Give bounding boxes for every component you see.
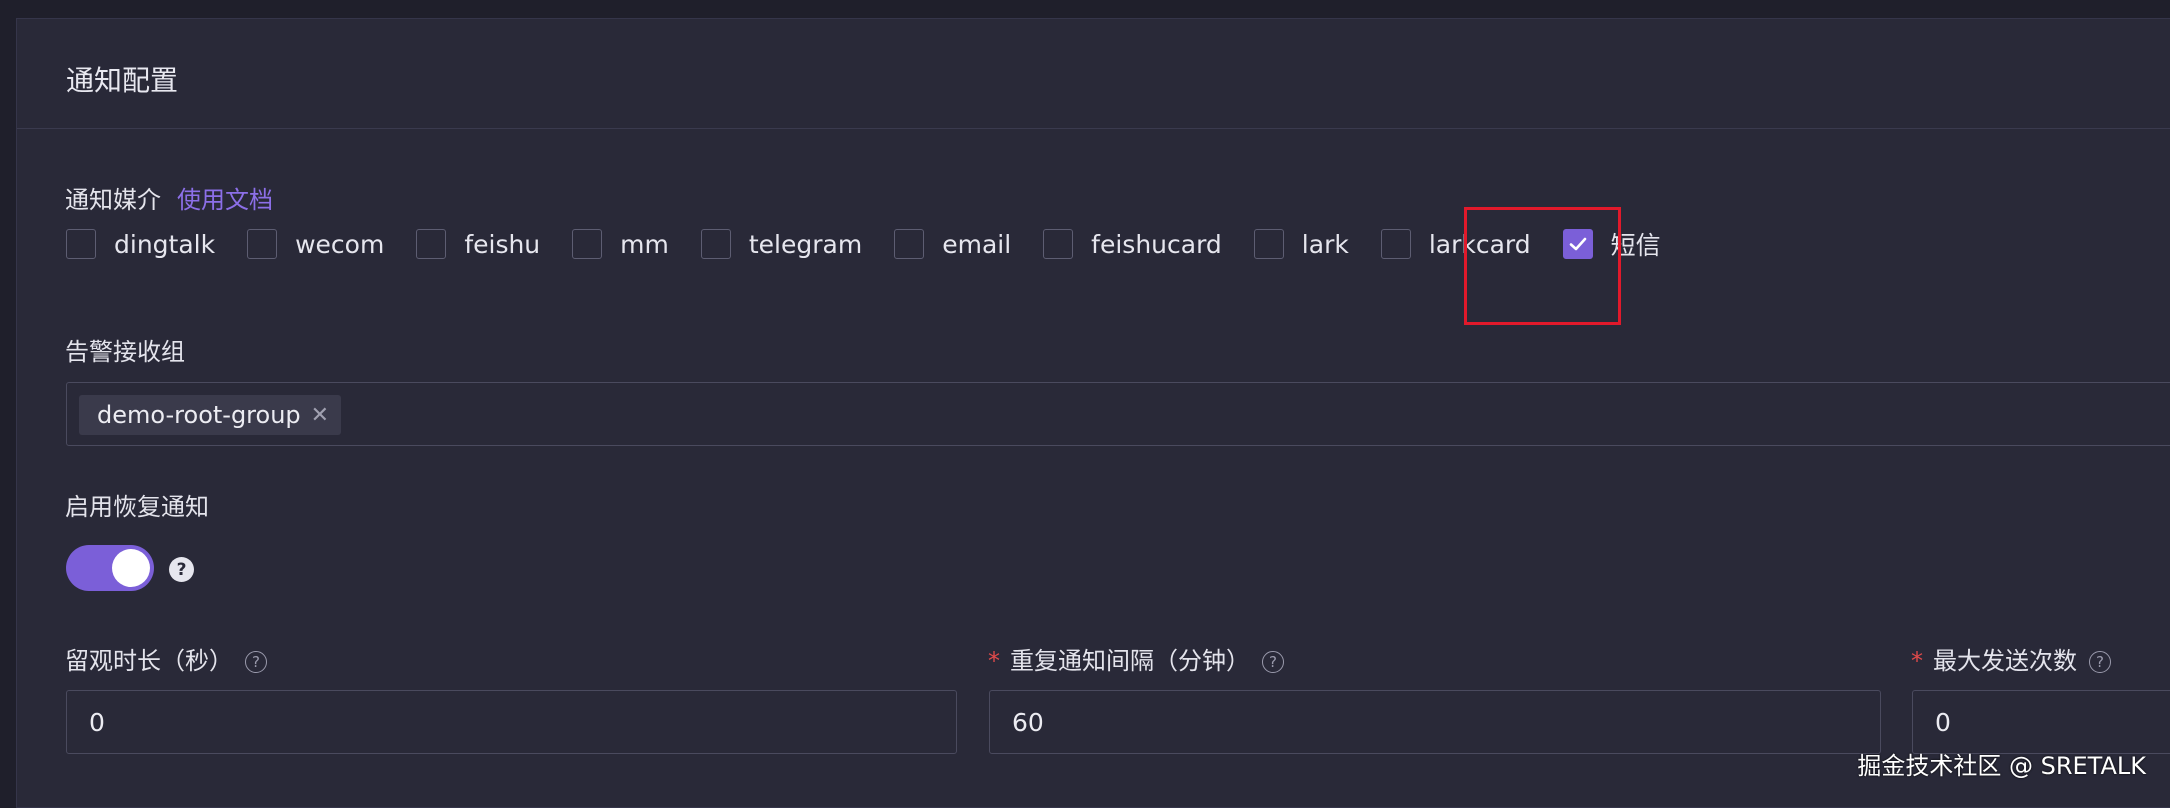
max-send-times-input[interactable]: 0: [1912, 690, 2170, 754]
channel-option-label: dingtalk: [114, 229, 216, 259]
channel-option-label: feishucard: [1091, 229, 1222, 259]
receiver-group-select[interactable]: demo-root-group ✕: [66, 382, 2170, 446]
checkbox[interactable]: [66, 229, 96, 259]
channel-option-label: email: [942, 229, 1012, 259]
checkbox[interactable]: [247, 229, 278, 259]
repeat-interval-label: * 重复通知间隔（分钟）?: [988, 641, 1284, 676]
channel-option-email[interactable]: email: [894, 229, 1011, 259]
checkbox[interactable]: [894, 229, 925, 259]
channel-option-wecom[interactable]: wecom: [247, 229, 384, 259]
repeat-interval-input[interactable]: 60: [989, 690, 1881, 754]
selected-tag: demo-root-group ✕: [79, 395, 342, 435]
observe-duration-input[interactable]: 0: [66, 690, 957, 754]
observe-duration-label-text: 留观时长（秒）: [65, 647, 233, 675]
channel-option-telegram[interactable]: telegram: [700, 229, 863, 259]
tag-label: demo-root-group: [97, 401, 301, 429]
channel-option-dingtalk[interactable]: dingtalk: [66, 229, 215, 259]
channel-option-feishu[interactable]: feishu: [416, 229, 540, 259]
help-icon[interactable]: ?: [2089, 651, 2111, 673]
observe-duration-label: 留观时长（秒）?: [65, 641, 267, 676]
receiver-group-label: 告警接收组: [65, 338, 185, 366]
card-title: 通知配置: [66, 64, 179, 97]
channel-option-lark[interactable]: lark: [1253, 229, 1349, 259]
checkbox-checked[interactable]: [1562, 229, 1593, 259]
channel-option-mm[interactable]: mm: [572, 229, 669, 259]
usage-doc-link[interactable]: 使用文档: [177, 186, 273, 214]
toggle-knob: [112, 549, 150, 587]
repeat-interval-label-text: 重复通知间隔（分钟）: [1010, 647, 1250, 675]
max-send-times-label-text: 最大发送次数: [1933, 647, 2077, 675]
channel-option-label: feishu: [464, 229, 541, 259]
card-header: 通知配置: [17, 19, 2170, 129]
channel-option-label: 短信: [1610, 231, 1661, 260]
help-icon[interactable]: ?: [245, 651, 267, 673]
channel-option-feishucard[interactable]: feishucard: [1043, 229, 1222, 259]
notify-channel-label: 通知媒介 使用文档: [65, 180, 273, 215]
required-mark: *: [988, 647, 1000, 675]
close-icon[interactable]: ✕: [311, 403, 329, 428]
checkbox[interactable]: [1253, 229, 1284, 259]
notify-channel-label-text: 通知媒介: [65, 186, 161, 214]
max-send-times-label: * 最大发送次数?: [1911, 641, 2111, 676]
help-icon[interactable]: ?: [169, 557, 194, 582]
checkbox[interactable]: [700, 229, 731, 259]
required-mark: *: [1911, 647, 1923, 675]
channel-option-label: telegram: [748, 229, 863, 259]
channel-option-larkcard[interactable]: larkcard: [1380, 229, 1531, 259]
channel-option-label: larkcard: [1428, 229, 1531, 259]
checkbox[interactable]: [416, 229, 447, 259]
channel-option-label: mm: [620, 229, 669, 259]
recovery-notify-label: 启用恢复通知: [65, 493, 209, 521]
page-background: 通知配置 通知媒介 使用文档 dingtalk wecom feishu mm t…: [0, 0, 2170, 808]
checkbox[interactable]: [1380, 229, 1411, 259]
checkbox[interactable]: [572, 229, 603, 259]
recovery-notify-toggle[interactable]: [66, 545, 154, 591]
help-icon[interactable]: ?: [1262, 651, 1284, 673]
checkbox[interactable]: [1043, 229, 1074, 259]
channel-checkbox-group: dingtalk wecom feishu mm telegram email …: [66, 226, 1693, 262]
channel-option-label: lark: [1301, 229, 1349, 259]
channel-option-sms[interactable]: 短信: [1562, 226, 1661, 262]
watermark-text: 掘金技术社区 @ SRETALK: [1857, 752, 2146, 780]
checkmark-icon: [1569, 237, 1586, 251]
channel-option-label: wecom: [295, 229, 385, 259]
